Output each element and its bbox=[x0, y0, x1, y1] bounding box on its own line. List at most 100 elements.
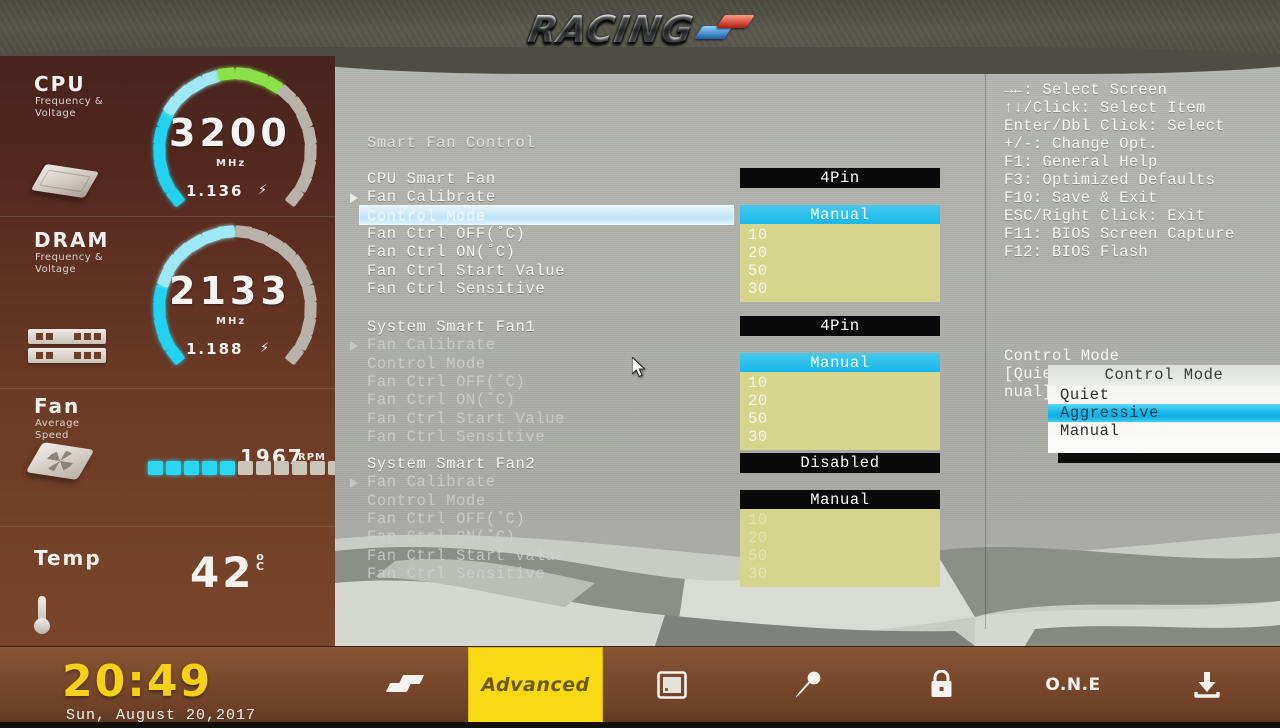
setting-row-label[interactable]: Fan Ctrl Sensitive bbox=[367, 565, 545, 583]
fan-subtitle-1: Average bbox=[35, 418, 80, 429]
thermometer-icon bbox=[34, 596, 50, 636]
nav-item-advanced[interactable]: Advanced bbox=[468, 647, 603, 723]
setting-row-value[interactable]: Manual bbox=[740, 204, 940, 225]
dropdown-option[interactable]: Quiet bbox=[1048, 386, 1280, 404]
nav-item-tweaker[interactable] bbox=[760, 647, 854, 723]
setting-values-group[interactable]: 10 20 50 30 bbox=[740, 508, 940, 587]
clock-time: 20:49 bbox=[62, 656, 213, 707]
setting-row-label[interactable]: Fan Ctrl Sensitive bbox=[367, 428, 545, 446]
cpu-voltage-bolt-icon: ⚡ bbox=[258, 182, 268, 199]
setting-row-label[interactable]: Fan Ctrl ON(˚C) bbox=[367, 243, 516, 261]
setting-row-value[interactable]: 50 bbox=[740, 547, 940, 565]
section-header: Smart Fan Control bbox=[367, 134, 536, 152]
top-banner: RACING bbox=[0, 0, 1280, 75]
temp-value: 42 bbox=[190, 548, 255, 597]
setting-row-value[interactable]: Manual bbox=[740, 489, 940, 510]
nav-item-advanced-label: Advanced bbox=[481, 674, 590, 696]
help-key-line: F1: General Help bbox=[1004, 153, 1158, 171]
dram-subtitle-2: Voltage bbox=[35, 264, 77, 275]
setting-row-label[interactable]: Fan Ctrl OFF(˚C) bbox=[367, 510, 525, 528]
setting-row-value[interactable]: 10 bbox=[740, 511, 940, 529]
bios-main-pane: Smart Fan Control CPU Smart Fan 4Pin Fan C… bbox=[335, 56, 1280, 646]
screwdriver-icon bbox=[795, 671, 821, 698]
setting-row-value[interactable]: 20 bbox=[740, 244, 940, 262]
help-key-line: ESC/Right Click: Exit bbox=[1004, 207, 1206, 225]
setting-row-value[interactable]: Manual bbox=[740, 352, 940, 373]
fan-speed-bargraph bbox=[148, 461, 335, 475]
setting-row-value[interactable]: 30 bbox=[740, 428, 940, 446]
control-mode-dropdown[interactable]: Control Mode Quiet Aggressive Manual bbox=[1048, 365, 1280, 453]
racing-logo: RACING bbox=[525, 8, 755, 51]
setting-row-value[interactable]: 50 bbox=[740, 262, 940, 280]
cpu-frequency-value: 3200 bbox=[169, 111, 291, 155]
setting-row-label[interactable]: Fan Ctrl ON(˚C) bbox=[367, 391, 516, 409]
nav-item-one[interactable]: O.N.E bbox=[1026, 647, 1120, 723]
bottom-navigation-bar: 20:49 Sun, August 20,2017 Advanced O.N.E bbox=[0, 646, 1280, 728]
setting-row-value[interactable]: 4Pin bbox=[740, 316, 940, 336]
dram-voltage-value: 1.188 bbox=[186, 340, 244, 358]
dram-title: DRAM bbox=[34, 228, 110, 252]
logo-text: RACING bbox=[525, 8, 697, 51]
setting-row-label[interactable]: Fan Ctrl OFF(˚C) bbox=[367, 373, 525, 391]
temp-title: Temp bbox=[34, 546, 102, 570]
setting-row-label[interactable]: CPU Smart Fan bbox=[367, 170, 496, 188]
setting-values-group[interactable]: 10 20 50 30 bbox=[740, 371, 940, 450]
temp-celsius-letter: C bbox=[256, 560, 265, 573]
help-key-line: F11: BIOS Screen Capture bbox=[1004, 225, 1235, 243]
setting-row-label[interactable]: Control Mode bbox=[367, 355, 486, 373]
fan-bar-segment bbox=[166, 461, 181, 475]
gauge-segment bbox=[152, 143, 166, 161]
gauge-segment bbox=[217, 67, 237, 82]
setting-row-value[interactable]: Disabled bbox=[740, 453, 940, 473]
setting-row-label[interactable]: Control Mode bbox=[367, 207, 486, 225]
setting-row-label[interactable]: Fan Ctrl Start Value bbox=[367, 262, 565, 280]
help-key-line: →←: Select Screen bbox=[1004, 81, 1168, 99]
setting-values-group[interactable]: 10 20 50 30 bbox=[740, 223, 940, 302]
setting-row-value[interactable]: 30 bbox=[740, 565, 940, 583]
dropdown-title: Control Mode bbox=[1048, 365, 1280, 386]
submenu-arrow-icon bbox=[350, 341, 358, 352]
fan-bar-segment bbox=[238, 461, 253, 475]
setting-row-label[interactable]: Fan Calibrate bbox=[367, 336, 496, 354]
hardware-monitor-sidebar: CPU Frequency & Voltage 3200 MHz 1.136 ⚡… bbox=[0, 56, 335, 646]
gauge-segment bbox=[152, 301, 166, 319]
nav-item-monitor[interactable] bbox=[625, 647, 719, 723]
dram-subtitle-1: Frequency & bbox=[35, 252, 104, 263]
setting-row-label[interactable]: Fan Ctrl ON(˚C) bbox=[367, 528, 516, 546]
mouse-cursor bbox=[631, 356, 648, 384]
setting-row-label[interactable]: Fan Ctrl Start Value bbox=[367, 547, 565, 565]
setting-row-label[interactable]: Fan Ctrl Start Value bbox=[367, 410, 565, 428]
setting-row-value[interactable]: 4Pin bbox=[740, 168, 940, 188]
setting-row-label[interactable]: Fan Ctrl Sensitive bbox=[367, 280, 545, 298]
setting-row-value[interactable]: 10 bbox=[740, 374, 940, 392]
cpu-chip-icon bbox=[30, 163, 100, 199]
help-key-line: F12: BIOS Flash bbox=[1004, 243, 1149, 261]
nav-item-security[interactable] bbox=[894, 647, 988, 723]
gauge-segment bbox=[217, 225, 237, 240]
help-key-line: Enter/Dbl Click: Select bbox=[1004, 117, 1225, 135]
dropdown-option[interactable]: Aggressive bbox=[1048, 404, 1280, 422]
fan-bar-segment bbox=[274, 461, 289, 475]
nav-item-home[interactable] bbox=[358, 647, 452, 723]
download-save-icon bbox=[1194, 672, 1220, 698]
cpu-frequency-unit: MHz bbox=[216, 158, 247, 169]
setting-row-value[interactable]: 20 bbox=[740, 529, 940, 547]
fan-bar-segment bbox=[220, 461, 235, 475]
setting-row-label[interactable]: System Smart Fan1 bbox=[367, 318, 535, 336]
setting-row-label[interactable]: Fan Calibrate bbox=[367, 188, 496, 206]
setting-row-value[interactable]: 10 bbox=[740, 226, 940, 244]
setting-row-label[interactable]: Fan Calibrate bbox=[367, 473, 496, 491]
setting-row-value[interactable]: 30 bbox=[740, 280, 940, 298]
dropdown-option[interactable]: Manual bbox=[1048, 422, 1280, 440]
setting-row-label[interactable]: Fan Ctrl OFF(˚C) bbox=[367, 225, 525, 243]
dropdown-options[interactable]: Quiet Aggressive Manual bbox=[1048, 386, 1280, 440]
setting-row-label[interactable]: Control Mode bbox=[367, 492, 486, 510]
fan-icon bbox=[25, 442, 95, 480]
temp-unit: o C bbox=[256, 551, 265, 573]
fan-bar-segment bbox=[148, 461, 163, 475]
submenu-arrow-icon bbox=[350, 478, 358, 489]
nav-item-save-exit[interactable] bbox=[1160, 647, 1254, 723]
setting-row-value[interactable]: 20 bbox=[740, 392, 940, 410]
setting-row-value[interactable]: 50 bbox=[740, 410, 940, 428]
setting-row-label[interactable]: System Smart Fan2 bbox=[367, 455, 535, 473]
